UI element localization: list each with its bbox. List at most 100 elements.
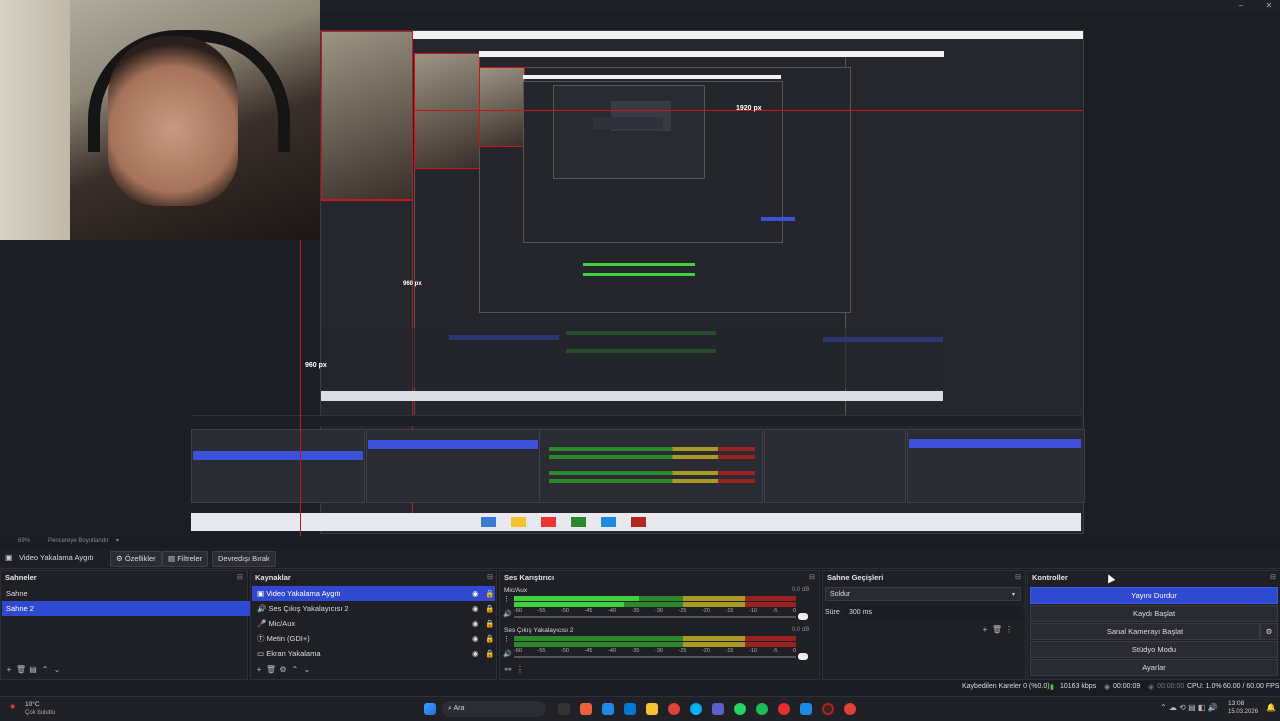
opera-icon[interactable]	[778, 703, 790, 715]
duration-input[interactable]: 300 ms	[845, 606, 1021, 619]
lock-icon[interactable]: 🔒	[485, 601, 494, 616]
mixer-title: Ses Karıştırıcı	[504, 573, 555, 582]
close-button[interactable]: ✕	[1260, 1, 1278, 11]
eye-icon[interactable]: ◉	[472, 631, 479, 646]
lock-icon[interactable]: 🔒	[485, 631, 494, 646]
maximize-button[interactable]	[1234, 1, 1252, 11]
start-recording-button[interactable]: Kaydı Başlat	[1030, 605, 1278, 622]
stream-time: 00:00:09	[1113, 683, 1141, 690]
lock-icon[interactable]: 🔒	[485, 586, 494, 601]
dock-menu-icon[interactable]: ⊟	[1270, 573, 1276, 581]
windows-start-icon[interactable]	[424, 703, 436, 715]
add-icon[interactable]: +	[979, 625, 991, 634]
duration-label: Süre	[825, 609, 840, 616]
obs-icon[interactable]	[822, 703, 834, 715]
fit-to-window[interactable]: Pencereye Boyutlandır	[48, 538, 109, 544]
up-arrow-icon[interactable]: ⌃	[289, 665, 301, 674]
virtual-camera-settings-button[interactable]: ⚙	[1260, 623, 1278, 640]
edge-icon[interactable]	[602, 703, 614, 715]
dock-menu-icon[interactable]: ⊟	[809, 573, 815, 581]
eye-icon[interactable]: ◉	[472, 601, 479, 616]
file-explorer-icon[interactable]	[646, 703, 658, 715]
system-tray-icons[interactable]: ⌃ ☁ ⟲ ▤ ◧ 🔊	[1160, 703, 1218, 712]
mixer-toolbar: ⚯ ⋮	[502, 665, 526, 674]
lock-icon[interactable]: 🔒	[485, 616, 494, 631]
speaker-icon[interactable]: 🔊	[503, 610, 512, 618]
down-arrow-icon[interactable]: ⌄	[301, 665, 313, 674]
filter-icon[interactable]: ▤	[27, 665, 39, 674]
eye-icon[interactable]: ◉	[472, 586, 479, 601]
add-icon[interactable]: +	[253, 665, 265, 674]
teams-icon[interactable]	[712, 703, 724, 715]
source-item[interactable]: 🔊 Ses Çıkış Yakalayıcısı 2 ◉ 🔒	[252, 601, 495, 616]
source-item[interactable]: 🎤 Mic/Aux ◉ 🔒	[252, 616, 495, 631]
dock-menu-icon[interactable]: ⊟	[237, 573, 243, 581]
kebab-menu-icon[interactable]: ⋮	[1003, 625, 1015, 634]
channel-db: 0.0 dB	[792, 587, 810, 593]
meter-scale: -60 -55 -50 -45 -40 -35 -30 -25 -20 -15 -10 -5 0	[514, 608, 796, 614]
nested-frame-4	[553, 85, 705, 179]
outlook-icon[interactable]	[624, 703, 636, 715]
down-arrow-icon[interactable]: ⌄	[51, 665, 63, 674]
clock-date: 15.03.2026	[1228, 709, 1259, 715]
source-item[interactable]: Ⓣ Metin (GDI+) ◉ 🔒	[252, 631, 495, 646]
speaker-icon[interactable]: 🔊	[503, 650, 512, 658]
gear-icon: ⚙	[116, 554, 123, 563]
zoom-level[interactable]: 69%	[18, 538, 30, 544]
spotify-icon[interactable]	[756, 703, 768, 715]
transitions-dock: Sahne Geçişleri ⊟ Soldur ▾ Süre 300 ms +…	[822, 570, 1026, 680]
dock-menu-icon[interactable]: ⊟	[487, 573, 493, 581]
lock-icon[interactable]: 🔒	[485, 646, 494, 661]
up-arrow-icon[interactable]: ⌃	[39, 665, 51, 674]
properties-button[interactable]: ⚙ Özellikler	[110, 551, 162, 567]
whatsapp-icon[interactable]	[734, 703, 746, 715]
task-view-icon[interactable]	[558, 703, 570, 715]
gear-icon[interactable]: ⚙	[277, 665, 289, 674]
add-icon[interactable]: +	[3, 665, 15, 674]
stop-streaming-button[interactable]: Yayını Durdur	[1030, 587, 1278, 604]
kebab-menu-icon[interactable]: ⋮	[503, 635, 510, 643]
cpu-usage: CPU: 1.0%	[1187, 683, 1222, 690]
speaker-icon: 🔊	[257, 604, 267, 613]
trash-icon[interactable]: 🗑	[991, 625, 1003, 634]
chevron-down-icon[interactable]: ▾	[116, 537, 119, 544]
volume-meter	[514, 642, 796, 647]
link-icon[interactable]: ⚯	[502, 665, 514, 674]
sources-dock: Kaynaklar ⊟ ▣ Video Yakalama Aygıtı ◉ 🔒 🔊…	[250, 570, 497, 680]
start-virtual-camera-button[interactable]: Sanal Kamerayı Başlat	[1030, 623, 1260, 640]
preview-canvas[interactable]: 1920 px 960 px 960 px	[0, 0, 1280, 540]
studio-mode-button[interactable]: Stüdyo Modu	[1030, 641, 1278, 658]
kebab-menu-icon[interactable]: ⋮	[514, 665, 526, 674]
chrome-icon[interactable]	[844, 703, 856, 715]
eye-icon[interactable]: ◉	[472, 646, 479, 661]
skype-icon[interactable]	[690, 703, 702, 715]
monitor-icon: ▭	[257, 649, 265, 658]
weather-icon[interactable]: ●	[10, 701, 15, 711]
controls-title: Kontroller	[1032, 573, 1068, 582]
chrome-icon[interactable]	[668, 703, 680, 715]
kebab-menu-icon[interactable]: ⋮	[503, 595, 510, 603]
volume-slider[interactable]	[514, 616, 796, 618]
transition-select[interactable]: Soldur ▾	[825, 587, 1021, 601]
deactivate-button[interactable]: Devredışı Bırak	[212, 551, 276, 567]
volume-slider-handle[interactable]	[798, 653, 808, 660]
channel-db: 0.0 dB	[792, 627, 810, 633]
trash-icon[interactable]: 🗑	[15, 665, 27, 674]
notification-icon[interactable]: 🔔	[1266, 703, 1276, 712]
app-icon[interactable]	[800, 703, 812, 715]
camera-icon: ▣	[257, 589, 265, 598]
scene-item[interactable]: Sahne	[2, 586, 250, 601]
mic-icon: 🎤	[257, 619, 267, 628]
settings-button[interactable]: Ayarlar	[1030, 659, 1278, 676]
filters-button[interactable]: ▤ Filtreler	[162, 551, 209, 567]
copilot-icon[interactable]	[580, 703, 592, 715]
volume-slider[interactable]	[514, 656, 796, 658]
source-item-selected[interactable]: ▣ Video Yakalama Aygıtı ◉ 🔒	[252, 586, 495, 601]
dock-menu-icon[interactable]: ⊟	[1015, 573, 1021, 581]
scene-item-selected[interactable]: Sahne 2	[2, 601, 250, 616]
volume-slider-handle[interactable]	[798, 613, 808, 620]
trash-icon[interactable]: 🗑	[265, 665, 277, 674]
eye-icon[interactable]: ◉	[472, 616, 479, 631]
source-item[interactable]: ▭ Ekran Yakalama ◉ 🔒	[252, 646, 495, 661]
taskbar-search[interactable]: ⌕ Ara	[442, 701, 546, 717]
